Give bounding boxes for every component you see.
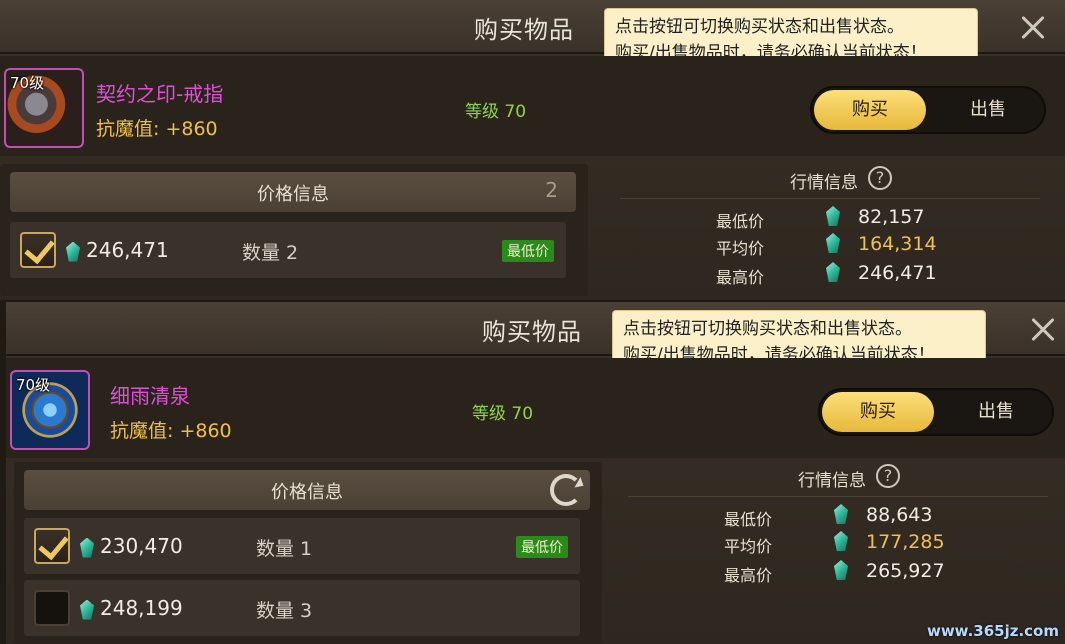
buy-item-panel-1: 购买物品 点击按钮可切换购买状态和出售状态。 购买/出售物品时，请务必确认当前状… xyxy=(0,0,1065,300)
listing-quantity: 数量 2 xyxy=(242,242,299,264)
buy-item-panel-2: 购买物品 点击按钮可切换购买状态和出售状态。 购买/出售物品时，请务必确认当前状… xyxy=(6,302,1065,644)
tooltip-line-1: 点击按钮可切换购买状态和出售状态。 xyxy=(623,319,912,339)
listing-price: 248,199 xyxy=(80,596,183,620)
avg-price-label: 平均价 xyxy=(716,239,765,258)
watermark: www.365jz.com xyxy=(926,622,1059,640)
price-info-header: 价格信息 xyxy=(24,470,590,510)
listing-row[interactable]: 248,199 数量 3 xyxy=(24,580,580,636)
min-price-value: 82,157 xyxy=(858,206,925,228)
listing-checkbox[interactable] xyxy=(34,528,70,564)
listing-price-value: 246,471 xyxy=(86,238,169,262)
min-price-label: 最低价 xyxy=(716,212,765,231)
price-info-box: 价格信息 2 246,471 数量 2 最低价 xyxy=(0,164,588,296)
item-attribute: 抗魔值: +860 xyxy=(96,118,218,140)
gem-icon xyxy=(834,560,848,580)
gem-icon xyxy=(66,241,80,262)
gem-icon xyxy=(826,206,840,226)
gem-icon xyxy=(834,504,848,524)
orb-icon[interactable]: 70级 xyxy=(10,370,90,450)
max-price-value: 265,927 xyxy=(866,560,945,582)
price-info-title: 价格信息 xyxy=(257,184,329,205)
listing-row[interactable]: 246,471 数量 2 最低价 xyxy=(10,222,566,278)
item-row: 70级 契约之印-戒指 抗魔值: +860 等级 70 购买 出售 xyxy=(0,56,1065,156)
item-level-tag: 70级 xyxy=(16,376,51,394)
help-icon[interactable]: ? xyxy=(868,166,892,190)
listing-price-value: 230,470 xyxy=(100,534,183,558)
help-icon[interactable]: ? xyxy=(876,464,900,488)
price-info-box: 价格信息 230,470 数量 1 最低价 248,199 数量 3 xyxy=(14,462,602,644)
listing-quantity: 数量 1 xyxy=(256,538,313,560)
listing-price: 230,470 xyxy=(80,534,183,558)
market-info: 行情信息 ? 最低价 88,643 平均价 177,285 最高价 265,92… xyxy=(628,462,1048,644)
lowest-price-badge: 最低价 xyxy=(502,240,554,262)
listing-price-value: 248,199 xyxy=(100,596,183,620)
listing-quantity: 数量 3 xyxy=(256,600,313,622)
price-info-header: 价格信息 2 xyxy=(10,172,576,212)
gem-icon xyxy=(80,599,94,620)
listing-price: 246,471 xyxy=(66,238,169,262)
listing-row[interactable]: 230,470 数量 1 最低价 xyxy=(24,518,580,574)
min-price-value: 88,643 xyxy=(866,504,933,526)
item-name: 细雨清泉 xyxy=(110,384,190,408)
refresh-icon[interactable] xyxy=(550,474,582,506)
item-level: 等级 70 xyxy=(465,102,527,122)
listing-checkbox[interactable] xyxy=(20,232,56,268)
item-name: 契约之印-戒指 xyxy=(96,82,224,106)
max-price-label: 最高价 xyxy=(716,268,765,287)
gem-icon xyxy=(826,233,840,253)
listing-checkbox[interactable] xyxy=(34,590,70,626)
avg-price-value: 177,285 xyxy=(866,531,945,553)
min-price-label: 最低价 xyxy=(724,510,773,529)
close-icon[interactable] xyxy=(1024,310,1064,350)
item-row: 70级 细雨清泉 抗魔值: +860 等级 70 购买 出售 xyxy=(6,358,1065,458)
max-price-label: 最高价 xyxy=(724,566,773,585)
buy-button[interactable]: 购买 xyxy=(822,392,934,432)
avg-price-label: 平均价 xyxy=(724,537,773,556)
panel-title: 购买物品 xyxy=(482,318,582,346)
listing-count: 2 xyxy=(545,178,558,202)
buy-sell-toggle[interactable]: 购买 出售 xyxy=(818,388,1054,436)
item-attribute: 抗魔值: +860 xyxy=(110,420,232,442)
market-info-title: 行情信息 xyxy=(798,471,866,491)
panel-title: 购买物品 xyxy=(474,16,574,44)
ring-icon[interactable]: 70级 xyxy=(4,68,84,148)
tooltip-line-1: 点击按钮可切换购买状态和出售状态。 xyxy=(615,17,904,37)
divider xyxy=(628,496,1048,497)
item-level-tag: 70级 xyxy=(10,74,45,92)
lowest-price-badge: 最低价 xyxy=(516,536,568,558)
item-level: 等级 70 xyxy=(472,404,534,424)
market-info-title: 行情信息 xyxy=(790,173,858,193)
market-info: 行情信息 ? 最低价 82,157 平均价 164,314 最高价 246,47… xyxy=(620,164,1040,298)
gem-icon xyxy=(826,262,840,282)
close-icon[interactable] xyxy=(1014,8,1054,48)
max-price-value: 246,471 xyxy=(858,262,937,284)
divider xyxy=(620,198,1040,199)
gem-icon xyxy=(834,531,848,551)
price-info-title: 价格信息 xyxy=(271,482,343,503)
buy-button[interactable]: 购买 xyxy=(814,90,926,130)
sell-button[interactable]: 出售 xyxy=(942,392,1050,432)
gem-icon xyxy=(80,537,94,558)
avg-price-value: 164,314 xyxy=(858,233,937,255)
buy-sell-toggle[interactable]: 购买 出售 xyxy=(810,86,1046,134)
sell-button[interactable]: 出售 xyxy=(934,90,1042,130)
